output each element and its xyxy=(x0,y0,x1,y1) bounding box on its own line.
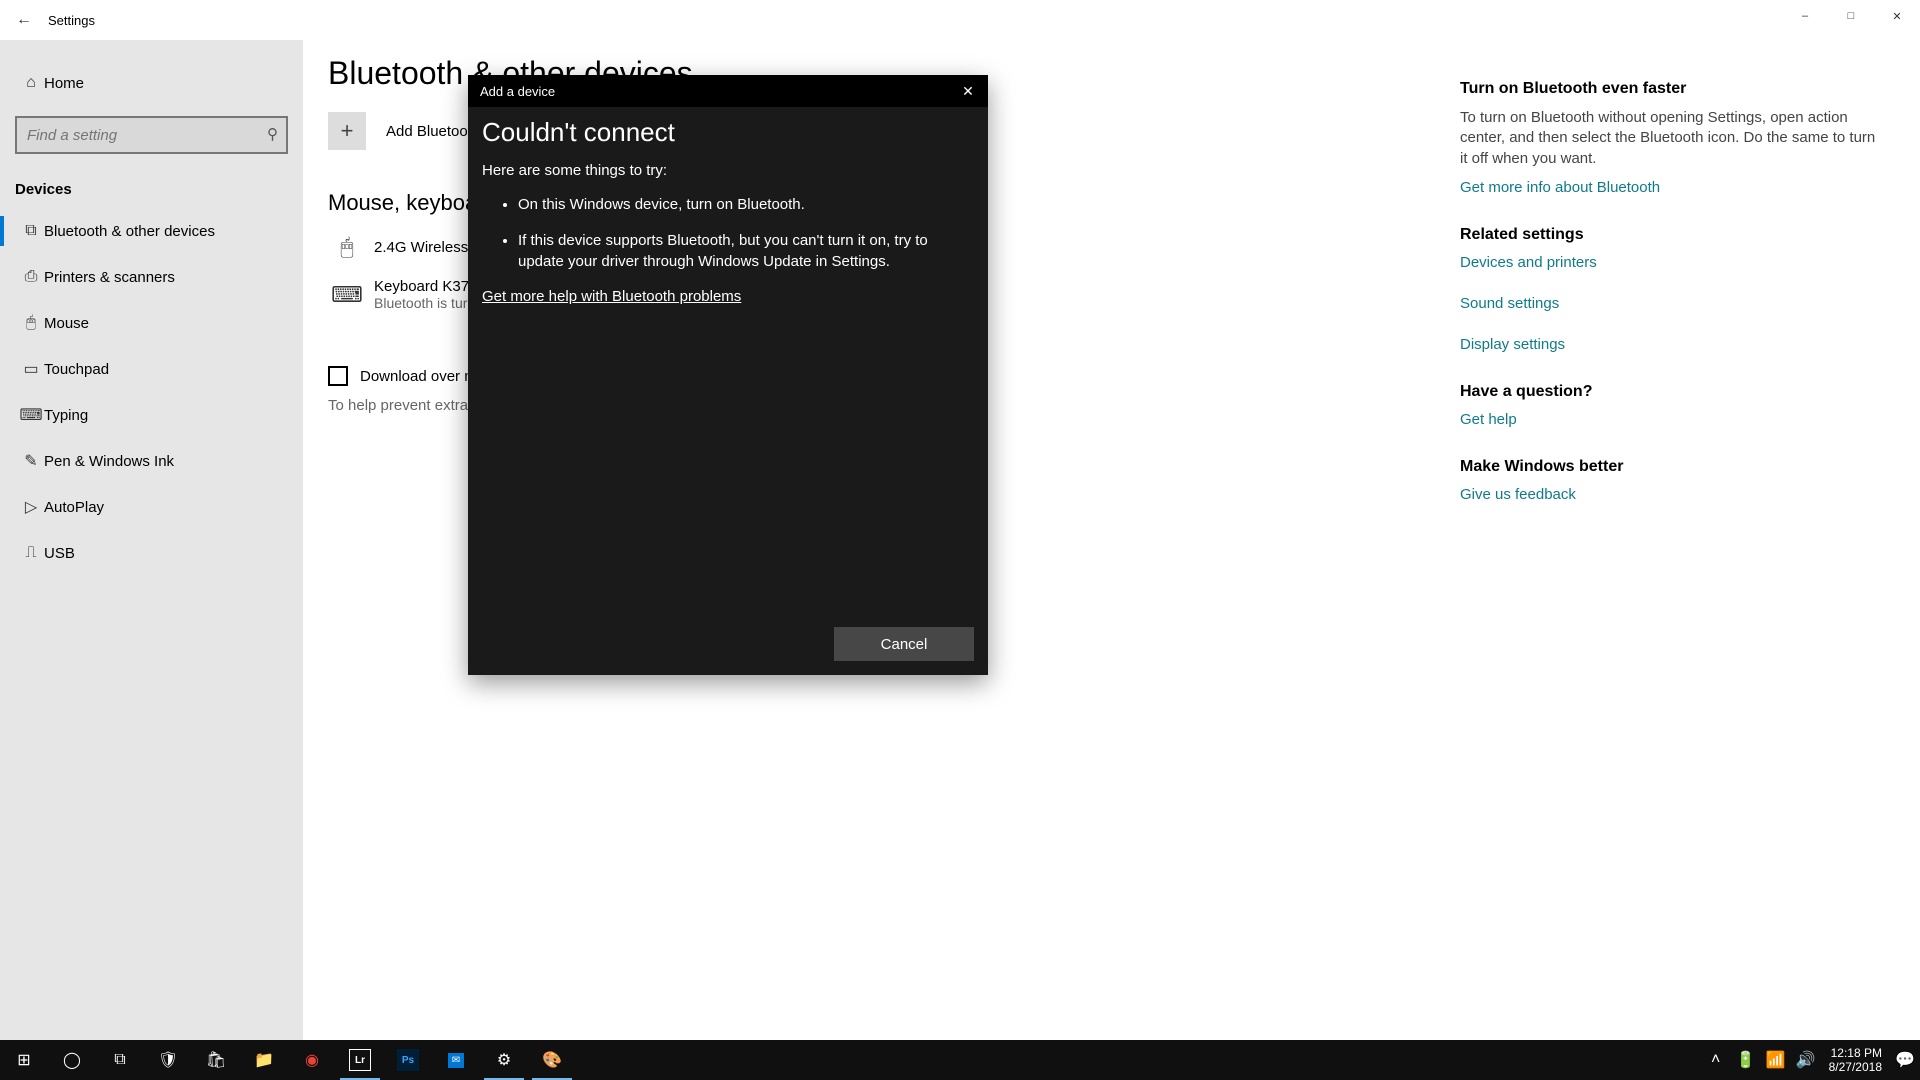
sidebar-item-pen[interactable]: ✎ Pen & Windows Ink xyxy=(0,438,303,484)
keyboard-icon: ⌨ xyxy=(18,405,44,425)
mouse-device-icon: 🖱 xyxy=(328,234,366,260)
add-icon: + xyxy=(328,112,366,150)
right-column: Turn on Bluetooth even faster To turn on… xyxy=(1460,40,1920,1040)
taskbar-mail[interactable]: ✉ xyxy=(432,1040,480,1080)
home-label: Home xyxy=(44,75,84,92)
tray-overflow[interactable]: ˄ xyxy=(1701,1040,1731,1080)
dialog-subhead: Here are some things to try: xyxy=(482,162,974,179)
dialog-cancel-button[interactable]: Cancel xyxy=(834,627,974,661)
sidebar-item-usb[interactable]: ⎍ USB xyxy=(0,530,303,576)
dialog-close-button[interactable]: ✕ xyxy=(948,83,988,100)
sidebar-item-mouse[interactable]: 🖱 Mouse xyxy=(0,300,303,346)
search-icon: ⚲ xyxy=(267,125,278,143)
pen-icon: ✎ xyxy=(18,451,44,471)
taskbar-lightroom[interactable]: Lr xyxy=(336,1040,384,1080)
taskbar-explorer[interactable]: 📁 xyxy=(240,1040,288,1080)
mouse-icon: 🖱 xyxy=(18,314,44,332)
sidebar-item-bluetooth[interactable]: ⧉ Bluetooth & other devices xyxy=(0,208,303,254)
window-title: Settings xyxy=(48,13,95,28)
link-devices-printers[interactable]: Devices and printers xyxy=(1460,254,1880,271)
metered-checkbox[interactable] xyxy=(328,366,348,386)
keyboard-device-icon: ⌨ xyxy=(328,282,366,308)
rc-related-head: Related settings xyxy=(1460,226,1880,244)
taskbar-settings[interactable]: ⚙ xyxy=(480,1040,528,1080)
dialog-help-link[interactable]: Get more help with Bluetooth problems xyxy=(482,288,741,305)
sidebar-item-typing[interactable]: ⌨ Typing xyxy=(0,392,303,438)
touchpad-icon: ▭ xyxy=(18,359,44,379)
autoplay-icon: ▷ xyxy=(18,497,44,517)
task-view-button[interactable]: ⧉ xyxy=(96,1040,144,1080)
close-button[interactable]: ✕ xyxy=(1874,0,1920,32)
dialog-heading: Couldn't connect xyxy=(482,117,974,148)
sidebar-section-head: Devices xyxy=(0,166,303,208)
link-get-help[interactable]: Get help xyxy=(1460,411,1880,428)
minimize-button[interactable]: – xyxy=(1782,0,1828,32)
sidebar-item-autoplay[interactable]: ▷ AutoPlay xyxy=(0,484,303,530)
tray-volume-icon[interactable]: 🔊 xyxy=(1791,1040,1821,1080)
taskbar-defender[interactable]: 🛡 xyxy=(144,1040,192,1080)
rc-bluetooth-faster-text: To turn on Bluetooth without opening Set… xyxy=(1460,108,1880,169)
rc-feedback-head: Make Windows better xyxy=(1460,458,1880,476)
taskbar-store[interactable]: 🛍 xyxy=(192,1040,240,1080)
bluetooth-devices-icon: ⧉ xyxy=(18,222,44,240)
sidebar-item-printers[interactable]: ⎙ Printers & scanners xyxy=(0,254,303,300)
search-input[interactable] xyxy=(15,116,288,154)
tray-action-center[interactable]: 💬 xyxy=(1890,1040,1920,1080)
taskbar-photoshop[interactable]: Ps xyxy=(384,1040,432,1080)
dialog-bullet-2: If this device supports Bluetooth, but y… xyxy=(518,231,974,272)
metered-checkbox-label: Download over me xyxy=(360,368,485,385)
sidebar-home[interactable]: ⌂ Home xyxy=(0,60,303,106)
tray-clock[interactable]: 12:18 PM 8/27/2018 xyxy=(1821,1046,1890,1075)
link-sound-settings[interactable]: Sound settings xyxy=(1460,295,1880,312)
cortana-button[interactable]: ◯ xyxy=(48,1040,96,1080)
start-button[interactable]: ⊞ xyxy=(0,1040,48,1080)
link-display-settings[interactable]: Display settings xyxy=(1460,336,1880,353)
taskbar: ⊞ ◯ ⧉ 🛡 🛍 📁 ◉ Lr Ps ✉ ⚙ 🎨 ˄ 🔋 📶 🔊 12:18 … xyxy=(0,1040,1920,1080)
back-button[interactable]: ← xyxy=(0,11,48,29)
usb-icon: ⎍ xyxy=(18,544,44,562)
rc-bluetooth-faster-head: Turn on Bluetooth even faster xyxy=(1460,80,1880,98)
add-device-dialog: Add a device ✕ Couldn't connect Here are… xyxy=(468,75,988,675)
maximize-button[interactable]: □ xyxy=(1828,0,1874,32)
dialog-bullet-1: On this Windows device, turn on Bluetoot… xyxy=(518,195,974,215)
sidebar-item-touchpad[interactable]: ▭ Touchpad xyxy=(0,346,303,392)
add-label: Add Bluetooth xyxy=(386,123,480,140)
rc-question-head: Have a question? xyxy=(1460,383,1880,401)
link-give-feedback[interactable]: Give us feedback xyxy=(1460,486,1880,503)
home-icon: ⌂ xyxy=(18,74,44,92)
tray-battery-icon[interactable]: 🔋 xyxy=(1731,1040,1761,1080)
dialog-title: Add a device xyxy=(480,84,555,99)
taskbar-paint[interactable]: 🎨 xyxy=(528,1040,576,1080)
link-bluetooth-info[interactable]: Get more info about Bluetooth xyxy=(1460,179,1880,196)
sidebar: ⌂ Home ⚲ Devices ⧉ Bluetooth & other dev… xyxy=(0,40,303,1040)
taskbar-chrome[interactable]: ◉ xyxy=(288,1040,336,1080)
tray-wifi-icon[interactable]: 📶 xyxy=(1761,1040,1791,1080)
printer-icon: ⎙ xyxy=(18,268,44,286)
